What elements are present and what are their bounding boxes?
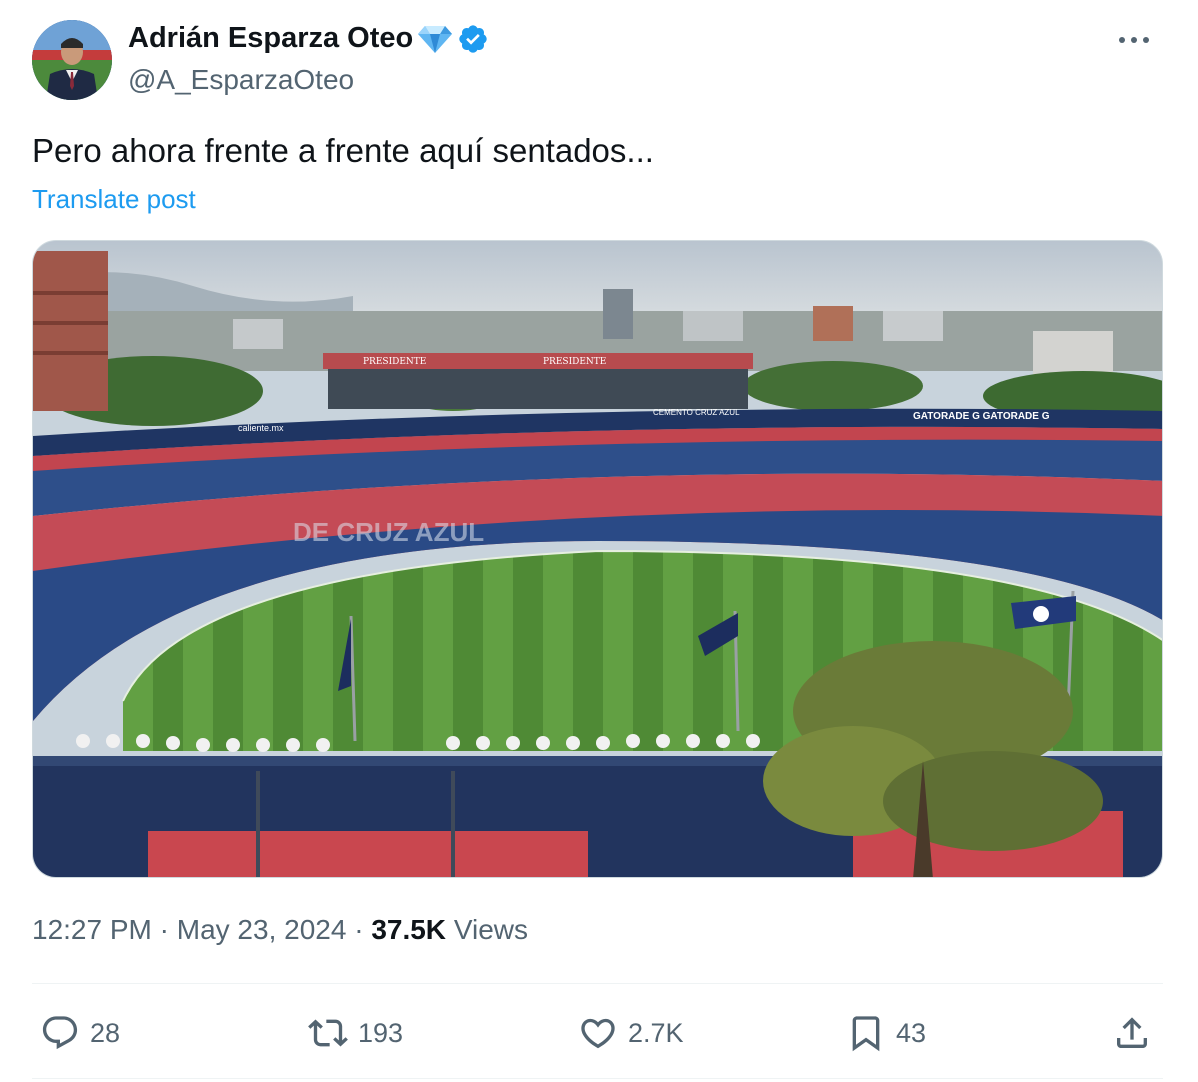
presidente-sign-2: PRESIDENTE <box>543 357 606 367</box>
author-handle[interactable]: @A_EsparzaOteo <box>128 64 354 96</box>
like-count: 2.7K <box>628 1017 684 1048</box>
caliente-sign: caliente.mx <box>238 423 284 433</box>
repost-button[interactable]: 193 <box>306 1004 403 1062</box>
verified-badge-icon[interactable] <box>457 23 489 55</box>
share-icon <box>1110 1013 1154 1053</box>
tweet-text: Pero ahora frente a frente aquí sentados… <box>32 132 654 169</box>
stands-lettering: DE CRUZ AZUL <box>293 517 484 547</box>
bookmark-icon <box>844 1013 888 1053</box>
translate-post-link[interactable]: Translate post <box>32 184 196 215</box>
tweet-time[interactable]: 12:27 PM <box>32 914 152 945</box>
reply-button[interactable]: 28 <box>38 1004 120 1062</box>
tweet-date[interactable]: May 23, 2024 <box>177 914 347 945</box>
meta-separator: · <box>151 914 177 945</box>
views-count[interactable]: 37.5K <box>371 914 446 945</box>
like-button[interactable]: 2.7K <box>576 1004 684 1062</box>
bookmark-count: 43 <box>896 1017 927 1048</box>
more-options-button[interactable] <box>1112 22 1156 58</box>
tweet-photo[interactable]: PRESIDENTE PRESIDENTE GATORADE G GATORAD… <box>32 240 1163 878</box>
author-name[interactable]: Adrián Esparza Oteo <box>128 22 489 55</box>
stadium-photo: PRESIDENTE PRESIDENTE GATORADE G GATORAD… <box>33 241 1162 877</box>
meta-separator-2: · <box>346 914 372 945</box>
action-bar: 28 193 2.7K 43 <box>32 1004 1163 1062</box>
bookmark-button[interactable]: 43 <box>844 1004 926 1062</box>
diamond-icon <box>417 24 453 54</box>
cemento-sign: CEMENTO CRUZ AZUL <box>653 408 740 417</box>
repost-icon <box>306 1013 350 1053</box>
reply-count: 28 <box>90 1017 121 1048</box>
tweet-meta: 12:27 PM · May 23, 2024 · 37.5K Views <box>32 914 528 946</box>
repost-count: 193 <box>358 1017 404 1048</box>
gatorade-sign: GATORADE G GATORADE G <box>913 411 1050 422</box>
divider-top <box>32 983 1163 984</box>
heart-icon <box>576 1013 620 1053</box>
avatar[interactable] <box>32 20 112 100</box>
presidente-sign: PRESIDENTE <box>363 357 426 367</box>
reply-icon <box>38 1013 82 1053</box>
author-name-text[interactable]: Adrián Esparza Oteo <box>128 22 413 55</box>
more-icon <box>1119 37 1149 43</box>
divider-bottom <box>32 1078 1163 1079</box>
tweet: Adrián Esparza Oteo @A_EsparzaOteo Pero … <box>0 0 1198 1082</box>
views-label[interactable]: Views <box>454 914 528 945</box>
avatar-image <box>32 20 112 100</box>
share-button[interactable] <box>1110 1004 1154 1062</box>
